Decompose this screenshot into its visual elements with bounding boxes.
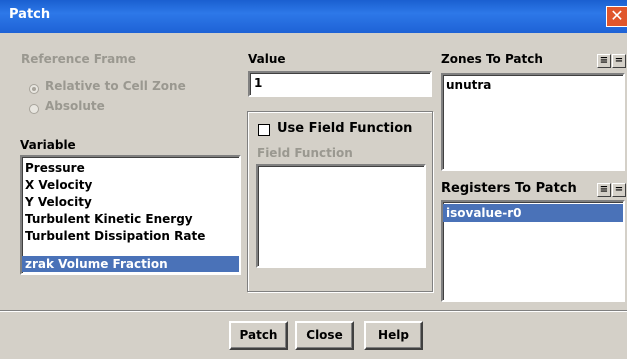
- value-label: Value: [248, 52, 286, 66]
- zones-to-patch-list[interactable]: unutra: [441, 73, 625, 171]
- variable-item[interactable]: Turbulent Kinetic Energy: [22, 211, 239, 228]
- zones-to-patch-label: Zones To Patch: [441, 52, 543, 66]
- registers-deselect-button[interactable]: =: [612, 183, 626, 197]
- close-button[interactable]: Close: [295, 321, 354, 350]
- variable-item[interactable]: Turbulent Dissipation Rate: [22, 228, 239, 245]
- help-button[interactable]: Help: [364, 321, 423, 350]
- zones-select-all-button[interactable]: ≡: [597, 54, 611, 68]
- use-field-function-label: Use Field Function: [277, 121, 413, 136]
- zone-item[interactable]: unutra: [443, 77, 623, 94]
- title-bar[interactable]: [0, 0, 627, 33]
- patch-button[interactable]: Patch: [229, 321, 288, 350]
- registers-to-patch-list[interactable]: isovalue-r0: [441, 200, 625, 302]
- register-item-selected[interactable]: isovalue-r0: [443, 204, 623, 222]
- radio-relative-label: Relative to Cell Zone: [45, 79, 186, 93]
- variable-label: Variable: [20, 138, 76, 152]
- field-function-label: Field Function: [257, 146, 353, 160]
- radio-absolute-label: Absolute: [45, 99, 105, 113]
- registers-to-patch-label: Registers To Patch: [441, 181, 577, 196]
- value-input[interactable]: 1: [248, 71, 432, 97]
- window-title: Patch: [9, 7, 51, 22]
- variable-list[interactable]: Pressure X Velocity Y Velocity Turbulent…: [20, 155, 241, 275]
- zones-deselect-button[interactable]: =: [612, 54, 626, 68]
- patch-dialog: Patch ✕ Reference Frame Relative to Cell…: [0, 0, 627, 359]
- window-close-button[interactable]: ✕: [606, 6, 627, 27]
- bottom-separator: [0, 310, 627, 312]
- variable-item[interactable]: X Velocity: [22, 177, 239, 194]
- value-input-text: 1: [254, 76, 263, 90]
- radio-absolute[interactable]: [29, 104, 39, 114]
- registers-select-all-button[interactable]: ≡: [597, 183, 611, 197]
- variable-item-selected[interactable]: zrak Volume Fraction: [22, 256, 239, 272]
- use-field-function-checkbox[interactable]: [258, 124, 270, 136]
- radio-relative-to-cell-zone[interactable]: [29, 84, 39, 94]
- variable-item[interactable]: Pressure: [22, 160, 239, 177]
- variable-item[interactable]: Y Velocity: [22, 194, 239, 211]
- reference-frame-label: Reference Frame: [21, 52, 136, 66]
- field-function-list[interactable]: [256, 164, 426, 268]
